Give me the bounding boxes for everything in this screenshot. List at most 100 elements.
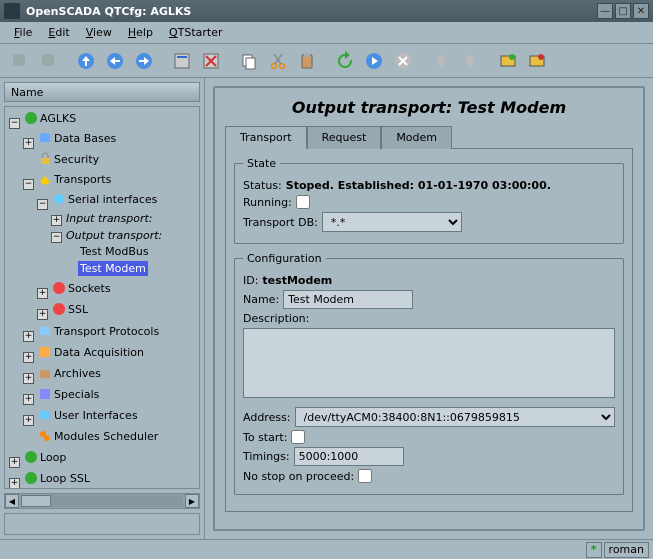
tool-stop-icon[interactable]	[390, 48, 416, 74]
tool-db2-icon[interactable]	[35, 48, 61, 74]
tree[interactable]: − AGLKS + Data Bases Security − Transpor…	[4, 106, 200, 489]
expand-icon[interactable]: +	[37, 288, 48, 299]
expand-icon[interactable]: +	[9, 457, 20, 468]
tool-misc2-icon[interactable]	[457, 48, 483, 74]
timings-label: Timings:	[243, 450, 290, 463]
tool-run-icon[interactable]	[361, 48, 387, 74]
expand-icon[interactable]: +	[23, 373, 34, 384]
toolbar	[0, 44, 653, 78]
close-button[interactable]: ✕	[633, 3, 649, 19]
tostart-checkbox[interactable]	[291, 430, 305, 444]
tree-node-transports[interactable]: Transports	[36, 171, 113, 187]
menu-edit[interactable]: Edit	[42, 24, 75, 41]
id-value: testModem	[262, 274, 332, 287]
id-label: ID:	[243, 274, 258, 287]
tool-db1-icon[interactable]	[6, 48, 32, 74]
tool-up-icon[interactable]	[73, 48, 99, 74]
address-select[interactable]: /dev/ttyACM0:38400:8N1::0679859815	[295, 407, 615, 427]
expand-icon[interactable]: +	[23, 352, 34, 363]
name-input[interactable]	[283, 290, 413, 309]
tree-hscrollbar[interactable]: ◀ ▶	[4, 493, 200, 509]
page-title: Output transport: Test Modem	[225, 98, 633, 117]
tree-node-ui[interactable]: User Interfaces	[36, 407, 140, 423]
menu-file[interactable]: File	[8, 24, 38, 41]
transportdb-label: Transport DB:	[243, 216, 318, 229]
tab-content: State Status: Stoped. Established: 01-01…	[225, 149, 633, 512]
tree-node-ssl[interactable]: SSL	[50, 301, 90, 317]
tree-node-loop[interactable]: Loop	[22, 449, 68, 465]
tool-module2-icon[interactable]	[524, 48, 550, 74]
scroll-thumb[interactable]	[21, 495, 51, 507]
expand-icon[interactable]: +	[23, 415, 34, 426]
status-indicator: *	[586, 542, 602, 558]
tool-forward-icon[interactable]	[131, 48, 157, 74]
tree-node-tprotocols[interactable]: Transport Protocols	[36, 323, 161, 339]
tab-request[interactable]: Request	[307, 126, 382, 149]
tool-additem-icon[interactable]	[169, 48, 195, 74]
status-label: Status:	[243, 179, 282, 192]
tree-node-specials[interactable]: Specials	[36, 386, 101, 402]
expand-icon[interactable]: +	[51, 215, 62, 226]
tree-node-testmodem[interactable]: Test Modem	[78, 261, 148, 276]
nostop-checkbox[interactable]	[358, 469, 372, 483]
menu-qtstarter[interactable]: QTStarter	[163, 24, 229, 41]
maximize-button[interactable]: □	[615, 3, 631, 19]
tabbar: Transport Request Modem	[225, 125, 633, 149]
expand-icon[interactable]: −	[37, 199, 48, 210]
address-label: Address:	[243, 411, 291, 424]
tree-node-dataacq[interactable]: Data Acquisition	[36, 344, 146, 360]
expand-icon[interactable]: −	[51, 232, 62, 243]
name-label: Name:	[243, 293, 279, 306]
statusbar: * roman	[0, 539, 653, 559]
expand-icon[interactable]: +	[23, 138, 34, 149]
expand-icon[interactable]: −	[9, 118, 20, 129]
tree-node-testmodbus[interactable]: Test ModBus	[78, 244, 151, 259]
tool-copy-icon[interactable]	[236, 48, 262, 74]
scroll-right-icon[interactable]: ▶	[185, 494, 199, 508]
expand-icon[interactable]: +	[23, 394, 34, 405]
tool-paste-icon[interactable]	[294, 48, 320, 74]
tree-panel: Name − AGLKS + Data Bases Security − Tra…	[0, 78, 205, 539]
minimize-button[interactable]: —	[597, 3, 613, 19]
tool-module1-icon[interactable]	[495, 48, 521, 74]
tool-delitem-icon[interactable]	[198, 48, 224, 74]
info-box	[4, 513, 200, 535]
tree-node-aglks[interactable]: AGLKS	[22, 110, 78, 126]
timings-input[interactable]	[294, 447, 404, 466]
tree-node-modsched[interactable]: Modules Scheduler	[36, 428, 160, 444]
tool-cut-icon[interactable]	[265, 48, 291, 74]
state-legend: State	[243, 157, 280, 170]
tool-back-icon[interactable]	[102, 48, 128, 74]
tree-node-databases[interactable]: Data Bases	[36, 130, 118, 146]
running-checkbox[interactable]	[296, 195, 310, 209]
content-panel: Output transport: Test Modem Transport R…	[205, 78, 653, 539]
transportdb-select[interactable]: *.*	[322, 212, 462, 232]
expand-icon[interactable]: +	[9, 478, 20, 489]
tool-misc1-icon[interactable]	[428, 48, 454, 74]
tree-node-serial[interactable]: Serial interfaces	[50, 191, 159, 207]
tostart-label: To start:	[243, 431, 287, 444]
description-textarea[interactable]	[243, 328, 615, 398]
tree-node-input-transport[interactable]: Input transport:	[64, 211, 155, 226]
app-icon	[4, 3, 20, 19]
tab-modem[interactable]: Modem	[381, 126, 452, 149]
tree-node-security[interactable]: Security	[36, 151, 101, 167]
tab-transport[interactable]: Transport	[225, 126, 307, 149]
status-user[interactable]: roman	[604, 542, 649, 558]
expand-icon[interactable]: +	[37, 309, 48, 320]
tree-node-archives[interactable]: Archives	[36, 365, 103, 381]
menu-view[interactable]: View	[80, 24, 118, 41]
config-group: Configuration ID: testModem Name: Descri…	[234, 252, 624, 495]
tool-refresh-icon[interactable]	[332, 48, 358, 74]
config-legend: Configuration	[243, 252, 326, 265]
window-titlebar: OpenSCADA QTCfg: AGLKS — □ ✕	[0, 0, 653, 22]
tree-node-output-transport[interactable]: Output transport:	[64, 228, 164, 243]
tree-node-sockets[interactable]: Sockets	[50, 280, 113, 296]
expand-icon[interactable]: −	[23, 179, 34, 190]
menu-help[interactable]: Help	[122, 24, 159, 41]
tree-node-loopssl[interactable]: Loop SSL	[22, 470, 92, 486]
state-group: State Status: Stoped. Established: 01-01…	[234, 157, 624, 244]
expand-icon[interactable]: +	[23, 331, 34, 342]
scroll-left-icon[interactable]: ◀	[5, 494, 19, 508]
status-value: Stoped. Established: 01-01-1970 03:00:00…	[286, 179, 551, 192]
